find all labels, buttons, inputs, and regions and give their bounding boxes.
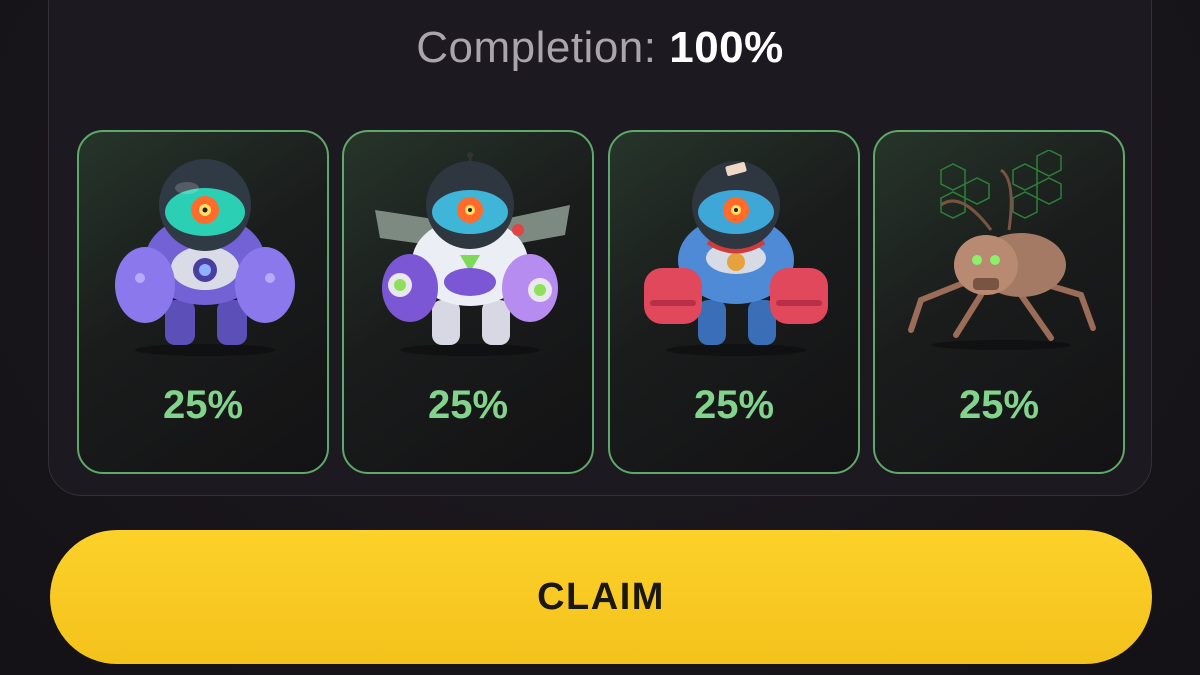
character-card-1[interactable]: 25% xyxy=(77,130,329,474)
character-cards: 25% 25% 25% 25% xyxy=(77,130,1127,474)
completion-value: 100% xyxy=(669,23,784,72)
character-card-4[interactable]: 25% xyxy=(873,130,1125,474)
card-percent: 25% xyxy=(427,383,509,427)
card-percent: 25% xyxy=(162,383,244,427)
winged-robot-icon xyxy=(375,152,570,356)
card-percent: 25% xyxy=(693,383,775,427)
red-blue-robot-icon xyxy=(644,161,828,356)
completion-label: Completion: xyxy=(416,23,657,72)
bug-icon xyxy=(908,150,1096,350)
purple-robot-icon xyxy=(115,159,295,356)
completion-text: Completion: 100% xyxy=(0,22,1200,74)
card-percent: 25% xyxy=(958,383,1040,427)
rewards-screen: Completion: 100% 25% 25% 25% 25% CLAIM xyxy=(0,0,1200,675)
claim-button[interactable]: CLAIM xyxy=(50,530,1152,664)
character-card-3[interactable]: 25% xyxy=(608,130,860,474)
character-card-2[interactable]: 25% xyxy=(342,130,594,474)
